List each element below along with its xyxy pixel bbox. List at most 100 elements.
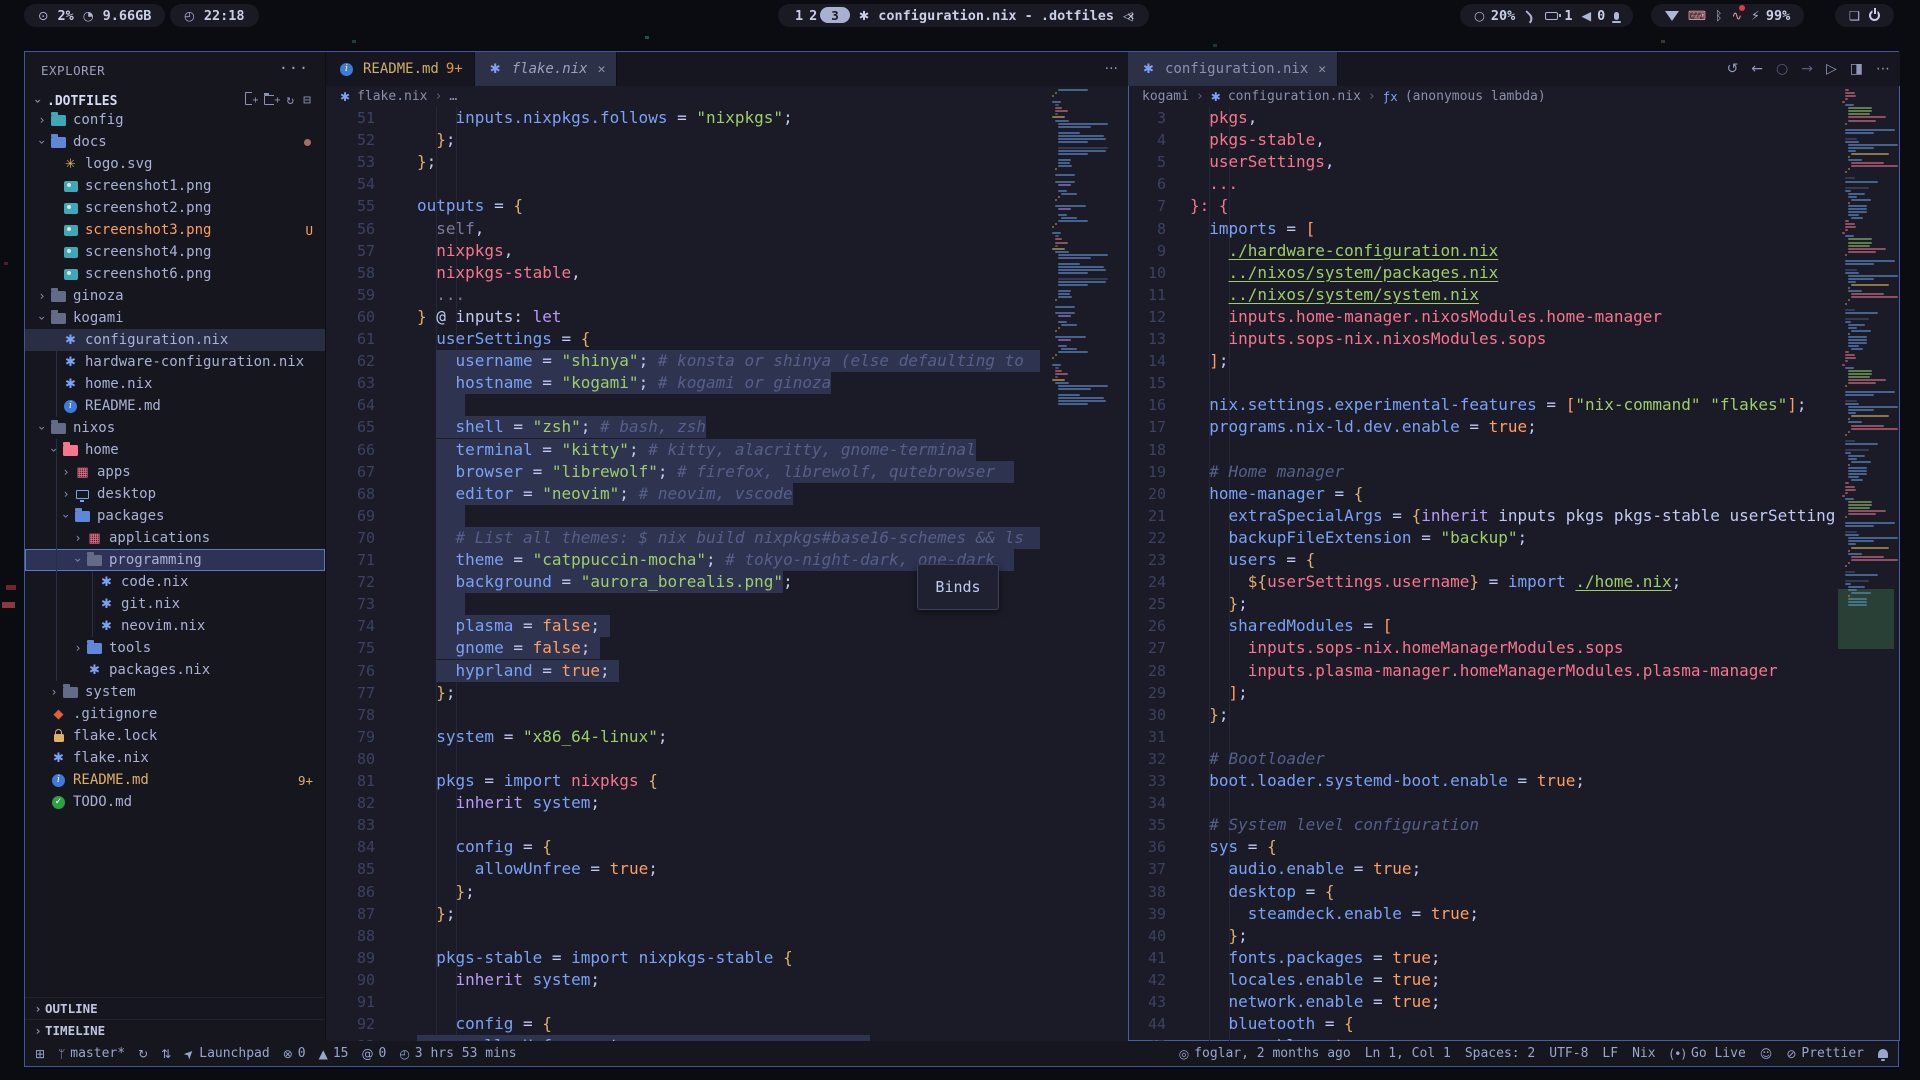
editor-actions: ··· (1105, 52, 1118, 86)
breadcrumb[interactable]: kogami›✱configuration.nix›ƒx(anonymous l… (1128, 86, 1900, 107)
tree-item-flake.nix[interactable]: ✱flake.nix (25, 747, 325, 769)
tree-item-label: code.nix (121, 574, 188, 590)
chevron-icon: › (59, 487, 73, 501)
tree-item-packages.nix[interactable]: ✱packages.nix (25, 659, 325, 681)
disk-usage-icon[interactable]: ○20% (1474, 8, 1515, 24)
tree-item-home[interactable]: ›home (25, 439, 325, 461)
tree-item-screenshot1.png[interactable]: screenshot1.png (25, 175, 325, 197)
close-icon[interactable]: ✕ (598, 62, 606, 77)
status-indentation[interactable]: Spaces: 2 (1465, 1046, 1535, 1061)
circle-icon[interactable]: ○ (1776, 61, 1788, 77)
line-number: 69 (326, 505, 375, 527)
status-git-branch[interactable]: ᛘmaster* (58, 1046, 125, 1061)
minimap[interactable] (1048, 89, 1128, 1041)
tree-item-git.nix[interactable]: ✱git.nix (25, 593, 325, 615)
tree-item-tools[interactable]: ›tools (25, 637, 325, 659)
tree-item-.gitignore[interactable]: ◆.gitignore (25, 703, 325, 725)
wallpaper-speckle (1213, 44, 1217, 47)
bluetooth-icon[interactable]: ᛒ (1715, 8, 1723, 23)
tree-item-logo.svg[interactable]: ✳logo.svg (25, 153, 325, 175)
status-eol[interactable]: LF (1602, 1046, 1618, 1061)
status-cursor-position[interactable]: Ln 1, Col 1 (1365, 1046, 1451, 1061)
forward-icon[interactable]: → (1801, 61, 1813, 77)
clipboard-icon[interactable]: ❏ (1849, 8, 1860, 23)
tree-item-ginoza[interactable]: ›ginoza (25, 285, 325, 307)
code-line: 22 backupFileExtension = "backup"; (1128, 527, 1834, 549)
refresh-explorer-button[interactable]: ↻ (286, 92, 294, 110)
tree-item-packages[interactable]: ›packages (25, 505, 325, 527)
microphone-icon[interactable] (1614, 12, 1619, 20)
tree-item-code.nix[interactable]: ✱code.nix (25, 571, 325, 593)
power-icon[interactable] (1869, 10, 1880, 21)
panel-outline[interactable]: ›OUTLINE (25, 997, 325, 1019)
collapse-folders-button[interactable]: ⊟ (303, 92, 311, 110)
battery-icon[interactable]: ⚡99% (1751, 8, 1790, 24)
tree-item-README.md[interactable]: iREADME.md9+ (25, 769, 325, 791)
tree-item-docs[interactable]: ›docs (25, 131, 325, 153)
status-git-graph[interactable]: ⇅ (161, 1047, 171, 1061)
tree-item-screenshot4.png[interactable]: screenshot4.png (25, 241, 325, 263)
status-git-sync[interactable]: ↻ (138, 1047, 148, 1061)
tree-item-TODO.md[interactable]: ✓TODO.md (25, 791, 325, 813)
explorer-more-actions[interactable]: ··· (279, 59, 309, 77)
workspace-1[interactable]: 1 (792, 8, 806, 24)
tree-item-screenshot2.png[interactable]: screenshot2.png (25, 197, 325, 219)
status-go-live[interactable]: (•)Go Live (1670, 1046, 1746, 1061)
tab-README.md[interactable]: iREADME.md9+ (326, 52, 475, 86)
split-editor-icon[interactable]: ◨ (1850, 61, 1863, 77)
line-number: 86 (326, 881, 375, 903)
status-notifications[interactable] (1878, 1049, 1888, 1058)
breadcrumb[interactable]: ✱flake.nix›… (326, 86, 1128, 107)
system-tray-3: ❏ (1835, 4, 1894, 27)
tree-item-screenshot6.png[interactable]: screenshot6.png (25, 263, 325, 285)
more-tabs-icon[interactable]: ··· (1105, 61, 1118, 77)
wifi-icon[interactable] (1524, 12, 1536, 19)
status-coding-time[interactable]: ◴3 hrs 53 mins (399, 1046, 516, 1061)
tree-item-config[interactable]: ›config (25, 109, 325, 131)
status-launchpad[interactable]: ➤Launchpad (184, 1046, 270, 1061)
status-copilot[interactable]: ☺ (1760, 1047, 1773, 1061)
run-icon[interactable]: ▷ (1826, 61, 1837, 77)
status-prettier[interactable]: ⊘Prettier (1786, 1046, 1864, 1061)
history-icon[interactable]: ↺ (1727, 61, 1739, 77)
network-icon[interactable] (1665, 11, 1679, 21)
status-warnings[interactable]: ▲15 (319, 1046, 349, 1061)
tree-item-hardware-configuration.nix[interactable]: ✱hardware-configuration.nix (25, 351, 325, 373)
status-encoding[interactable]: UTF-8 (1549, 1046, 1588, 1061)
tree-item-screenshot3.png[interactable]: screenshot3.pngU (25, 219, 325, 241)
tree-item-nixos[interactable]: ›nixos (25, 417, 325, 439)
status-errors[interactable]: ⊗0 (283, 1046, 306, 1061)
back-icon[interactable]: ← (1751, 61, 1763, 77)
keyboard-layout-icon[interactable]: ⌨ (1688, 8, 1706, 23)
tree-item-home.nix[interactable]: ✱home.nix (25, 373, 325, 395)
tab-flake.nix[interactable]: ✱flake.nix✕ (475, 52, 618, 86)
tree-item-system[interactable]: ›system (25, 681, 325, 703)
tree-item-neovim.nix[interactable]: ✱neovim.nix (25, 615, 325, 637)
tree-item-configuration.nix[interactable]: ✱configuration.nix (25, 329, 325, 351)
new-folder-button[interactable] (264, 95, 277, 105)
tree-item-kogami[interactable]: ›kogami (25, 307, 325, 329)
workspace-3[interactable]: 3 (820, 7, 850, 23)
tree-item-programming[interactable]: ›programming (25, 549, 325, 571)
tree-item-applications[interactable]: ›▦applications (25, 527, 325, 549)
workspace-2[interactable]: 2 (806, 8, 820, 24)
volume-icon[interactable]: ◀0 (1581, 8, 1605, 24)
tree-item-desktop[interactable]: ›desktop (25, 483, 325, 505)
panel-timeline[interactable]: ›TIMELINE (25, 1019, 325, 1041)
code-editor[interactable]: 3 pkgs,4 pkgs-stable,5 userSettings,6 ..… (1128, 107, 1834, 1041)
new-file-button[interactable] (245, 92, 255, 105)
minimap[interactable] (1838, 89, 1900, 1041)
tab-configuration.nix[interactable]: ✱configuration.nix✕ (1128, 52, 1338, 86)
code-text: bluetooth = { (1190, 1013, 1354, 1035)
more-icon[interactable]: ⋯ (1876, 61, 1890, 77)
close-icon[interactable]: ✕ (1318, 62, 1326, 77)
tree-item-flake.lock[interactable]: flake.lock (25, 725, 325, 747)
screen-recorder-icon[interactable]: ∿ (1732, 8, 1742, 23)
battery-device-icon[interactable]: 1 (1545, 8, 1572, 24)
status-remote-window[interactable]: ⊞ (35, 1047, 45, 1061)
status-ports[interactable]: @0 (361, 1046, 386, 1061)
status-last-commit[interactable]: ◎foglar, 2 months ago (1179, 1046, 1351, 1061)
tree-item-apps[interactable]: ›▦apps (25, 461, 325, 483)
tree-item-README.md[interactable]: iREADME.md (25, 395, 325, 417)
status-language-mode[interactable]: Nix (1632, 1046, 1655, 1061)
